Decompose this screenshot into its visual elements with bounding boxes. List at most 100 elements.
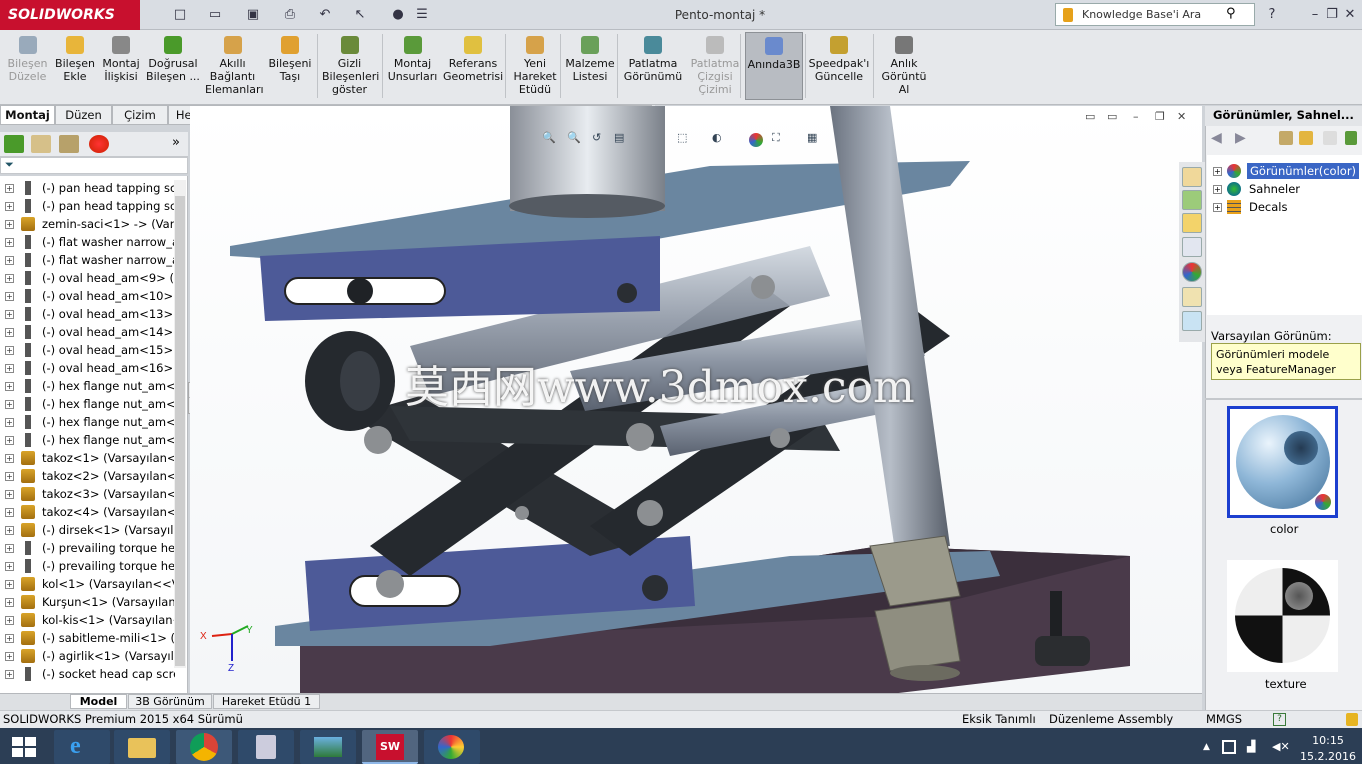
tree-item[interactable]: + takoz<2> (Varsayılan<<V: [0, 467, 175, 485]
section-view-icon[interactable]: ▤: [614, 131, 624, 144]
expand-icon[interactable]: +: [1213, 185, 1222, 194]
restore-icon[interactable]: ❐: [1322, 5, 1342, 25]
tile-icon[interactable]: ▭: [1107, 110, 1117, 123]
tree-item[interactable]: + (-) prevailing torque hex: [0, 557, 175, 575]
bottom-tab[interactable]: Hareket Etüdü 1: [213, 694, 320, 709]
tree-item[interactable]: + (-) oval head_am<14> (B: [0, 323, 175, 341]
tree-item[interactable]: + (-) oval head_am<9> (B1: [0, 269, 175, 287]
tree-item[interactable]: + kol-kis<1> (Varsayılan<<: [0, 611, 175, 629]
home-icon[interactable]: [1279, 131, 1293, 145]
command-button[interactable]: Akıllı Bağlantı Elemanları: [205, 32, 264, 100]
property-icon[interactable]: [31, 135, 51, 153]
tree-item-scenes[interactable]: Sahneler: [1249, 181, 1300, 197]
command-button[interactable]: Bileşen Düzele: [5, 32, 50, 100]
tab[interactable]: Montaj: [0, 105, 55, 125]
appearance-thumbnail-color[interactable]: [1227, 406, 1338, 518]
tree-item-appearances[interactable]: Görünümler(color): [1247, 163, 1360, 179]
command-button[interactable]: Anlık Görüntü Al: [878, 32, 930, 100]
tree-item[interactable]: + takoz<1> (Varsayılan<<V: [0, 449, 175, 467]
feature-tree-icon[interactable]: [4, 135, 24, 153]
command-button[interactable]: Montaj Unsurları: [385, 32, 440, 100]
view-palette-icon[interactable]: [1182, 237, 1202, 257]
expand-icon[interactable]: +: [5, 364, 14, 373]
expand-icon[interactable]: +: [5, 184, 14, 193]
chrome-icon[interactable]: [176, 730, 232, 764]
appearance-icon[interactable]: [89, 135, 109, 153]
tree-item[interactable]: + (-) hex flange nut_am<4>: [0, 431, 175, 449]
paint-icon[interactable]: [424, 730, 480, 764]
expand-icon[interactable]: +: [5, 436, 14, 445]
file-explorer-icon[interactable]: [1182, 213, 1202, 233]
tree-item[interactable]: + (-) oval head_am<13> (B: [0, 305, 175, 323]
rebuild-status-icon[interactable]: [1346, 713, 1358, 726]
tree-item[interactable]: + (-) hex flange nut_am<3>: [0, 413, 175, 431]
expand-icon[interactable]: +: [5, 202, 14, 211]
expand-icon[interactable]: +: [5, 544, 14, 553]
calculator-icon[interactable]: [238, 730, 294, 764]
edit-appearance-icon[interactable]: [749, 133, 763, 147]
zoom-fit-icon[interactable]: 🔍: [542, 131, 556, 144]
tree-item[interactable]: + takoz<3> (Varsayılan<<V: [0, 485, 175, 503]
tree-item[interactable]: + (-) flat washer narrow_am: [0, 251, 175, 269]
folder-icon[interactable]: [1323, 131, 1337, 145]
command-button[interactable]: Yeni Hareket Etüdü: [510, 32, 560, 100]
refresh-icon[interactable]: [1345, 131, 1357, 145]
tree-item[interactable]: + takoz<4> (Varsayılan<<V: [0, 503, 175, 521]
expand-icon[interactable]: +: [5, 274, 14, 283]
command-button[interactable]: Bileşeni Taşı: [265, 32, 315, 100]
scrollbar-thumb[interactable]: [175, 196, 185, 666]
expand-icon[interactable]: +: [5, 670, 14, 679]
photos-icon[interactable]: [300, 730, 356, 764]
expand-icon[interactable]: +: [5, 508, 14, 517]
tree-item-decals[interactable]: Decals: [1249, 199, 1288, 215]
select-icon[interactable]: ↖: [350, 5, 370, 25]
command-button[interactable]: Bileşen Ekle: [55, 32, 95, 100]
expand-icon[interactable]: +: [1213, 167, 1222, 176]
view-settings-icon[interactable]: ▦: [807, 131, 817, 144]
graphics-viewport[interactable]: X Y Z 莫西网www.3dmox.com 🔍 🔍 ↺ ▤ ⬚ ◐ ⛶ ▦ ▭…: [190, 106, 1202, 694]
rebuild-icon[interactable]: ●: [388, 5, 408, 25]
file-explorer-icon[interactable]: [114, 730, 170, 764]
solidworks-logo[interactable]: SOLIDWORKS: [0, 0, 140, 30]
expand-icon[interactable]: +: [5, 580, 14, 589]
tree-item[interactable]: + (-) flat washer narrow_am: [0, 233, 175, 251]
expand-icon[interactable]: +: [5, 238, 14, 247]
tree-item[interactable]: + (-) dirsek<1> (Varsayılan: [0, 521, 175, 539]
tree-item[interactable]: + kol<1> (Varsayılan<<Var: [0, 575, 175, 593]
expand-icon[interactable]: +: [5, 598, 14, 607]
clock-date[interactable]: 15.2.2016: [1298, 750, 1358, 763]
solidworks-forum-icon[interactable]: [1182, 311, 1202, 331]
tree-item[interactable]: + (-) hex flange nut_am<1>: [0, 377, 175, 395]
close-icon[interactable]: ✕: [1340, 5, 1360, 25]
design-library-icon[interactable]: [1182, 190, 1202, 210]
expand-icon[interactable]: +: [5, 616, 14, 625]
options-icon[interactable]: ☰: [412, 5, 432, 25]
tray-arrow-icon[interactable]: ▲: [1203, 742, 1210, 752]
folder-icon[interactable]: [1299, 131, 1313, 145]
splitter[interactable]: [1205, 398, 1362, 400]
expand-icon[interactable]: +: [5, 454, 14, 463]
expand-icon[interactable]: »: [172, 135, 180, 150]
tree-item[interactable]: + zemin-saci<1> -> (Varsa: [0, 215, 175, 233]
expand-icon[interactable]: +: [5, 472, 14, 481]
expand-icon[interactable]: +: [5, 310, 14, 319]
home-icon[interactable]: [1182, 167, 1202, 187]
open-icon[interactable]: ▭: [205, 5, 225, 25]
save-icon[interactable]: ▣: [243, 5, 263, 25]
restore-icon[interactable]: ❐: [1155, 110, 1165, 123]
command-button[interactable]: Doğrusal Bileşen ...: [145, 32, 201, 100]
filter-field[interactable]: ⏷: [0, 157, 188, 174]
expand-icon[interactable]: +: [1213, 203, 1222, 212]
previous-view-icon[interactable]: ↺: [592, 131, 601, 144]
appearance-thumbnail-texture[interactable]: [1227, 560, 1338, 672]
expand-icon[interactable]: +: [5, 418, 14, 427]
tab[interactable]: Düzen: [55, 105, 112, 125]
tab[interactable]: Çizim: [112, 105, 168, 125]
expand-icon[interactable]: +: [5, 490, 14, 499]
command-button[interactable]: Malzeme Listesi: [565, 32, 615, 100]
tree-item[interactable]: + (-) oval head_am<15> (B: [0, 341, 175, 359]
tree-item[interactable]: + (-) prevailing torque hex: [0, 539, 175, 557]
tree-item[interactable]: + (-) oval head_am<10> (B: [0, 287, 175, 305]
expand-icon[interactable]: +: [5, 382, 14, 391]
search-input[interactable]: Knowledge Base'i Ara: [1055, 3, 1255, 26]
